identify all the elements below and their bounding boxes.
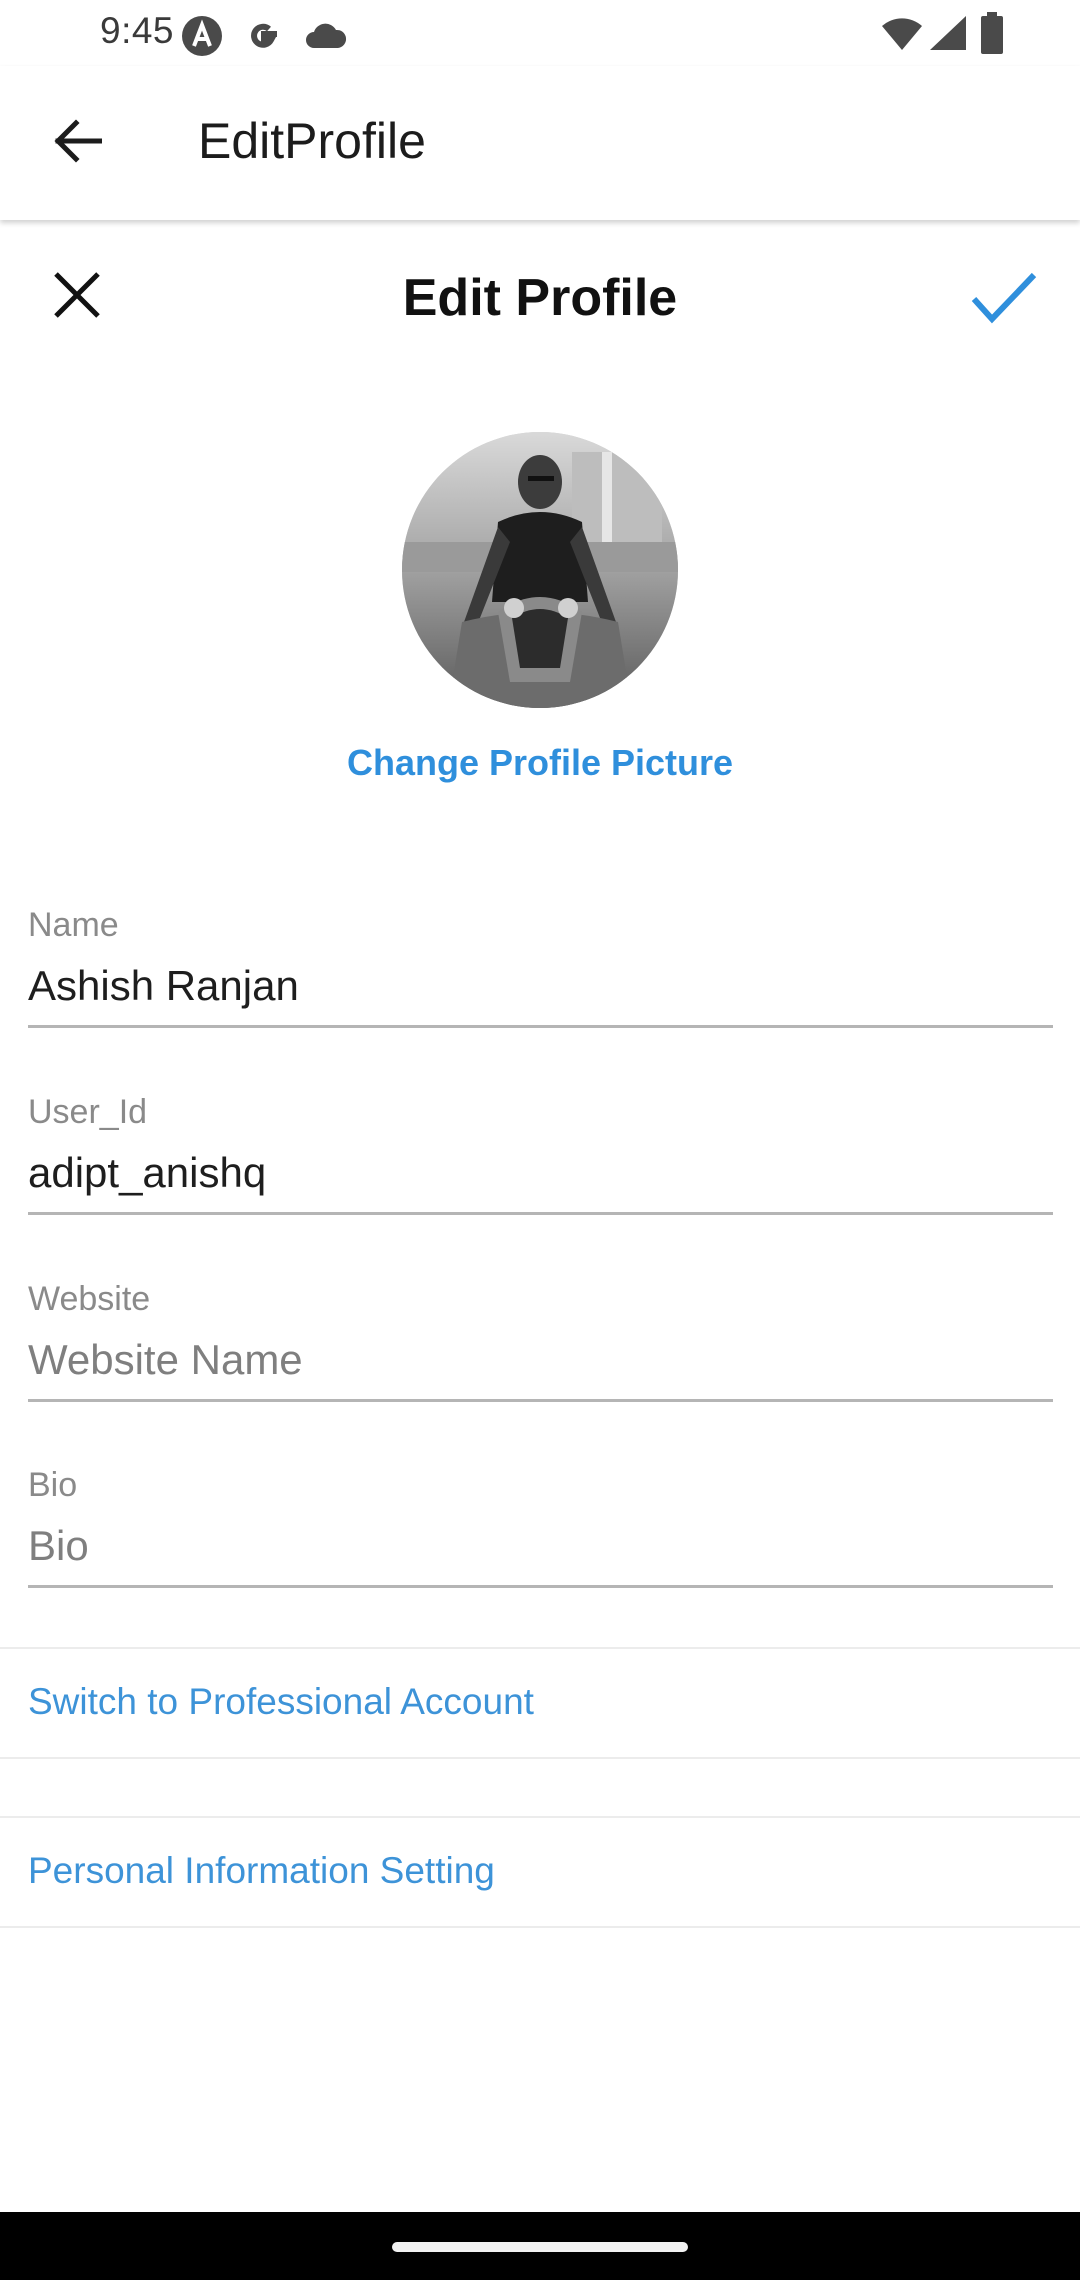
save-button[interactable]	[964, 262, 1044, 338]
app-bar-title: EditProfile	[198, 113, 426, 169]
signal-icon	[928, 14, 968, 57]
edit-profile-title: Edit Profile	[402, 269, 678, 327]
status-time: 9:45	[100, 10, 175, 51]
user-id-label: User_Id	[28, 1093, 148, 1131]
website-underline	[28, 1399, 1053, 1402]
switch-professional-row[interactable]: Switch to Professional Account	[0, 1647, 1080, 1759]
name-input[interactable]: Ashish Ranjan	[28, 962, 1053, 1010]
website-field[interactable]: Website Website Name	[28, 1280, 1053, 1402]
bio-underline	[28, 1585, 1053, 1588]
app-bar: EditProfile	[0, 66, 1080, 220]
website-input[interactable]: Website Name	[28, 1336, 1053, 1384]
switch-professional-link[interactable]: Switch to Professional Account	[28, 1681, 534, 1723]
battery-icon	[980, 12, 1004, 59]
app-a-icon	[180, 14, 224, 63]
name-underline	[28, 1025, 1053, 1028]
back-button[interactable]	[40, 106, 114, 180]
user-id-field[interactable]: User_Id adipt_anishq	[28, 1093, 1053, 1215]
check-icon	[970, 269, 1038, 332]
arrow-back-icon	[52, 118, 103, 168]
personal-info-link[interactable]: Personal Information Setting	[28, 1850, 495, 1892]
personal-info-row[interactable]: Personal Information Setting	[0, 1816, 1080, 1928]
bio-label: Bio	[28, 1466, 78, 1504]
name-label: Name	[28, 906, 119, 944]
change-profile-picture-link[interactable]: Change Profile Picture	[0, 742, 1080, 784]
edit-profile-screen: 9:45 EditProfile Edit Profile Change Pro…	[0, 0, 1080, 2280]
name-field[interactable]: Name Ashish Ranjan	[28, 906, 1053, 1028]
profile-avatar[interactable]	[402, 432, 678, 708]
home-gesture-handle[interactable]	[392, 2242, 688, 2252]
system-nav-bar	[0, 2212, 1080, 2280]
wifi-icon	[880, 16, 924, 57]
user-id-underline	[28, 1212, 1053, 1215]
google-icon	[242, 14, 286, 63]
status-bar: 9:45	[0, 0, 1080, 66]
cloud-icon	[304, 18, 348, 57]
bio-input[interactable]: Bio	[28, 1522, 1053, 1570]
website-label: Website	[28, 1280, 151, 1318]
user-id-input[interactable]: adipt_anishq	[28, 1149, 1053, 1197]
bio-field[interactable]: Bio Bio	[28, 1466, 1053, 1588]
